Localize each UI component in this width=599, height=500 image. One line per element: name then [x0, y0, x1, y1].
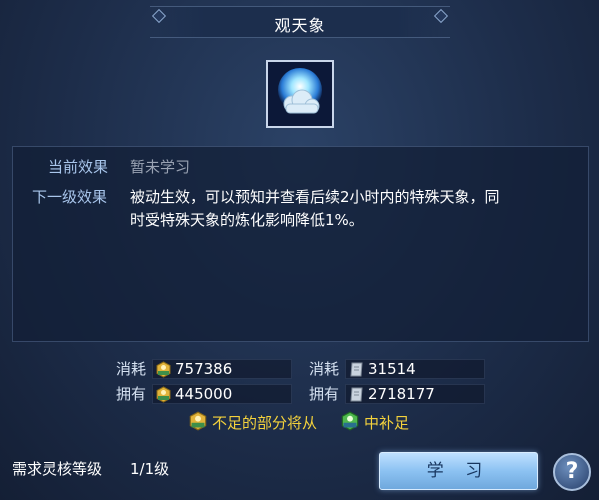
cloud-moon-icon	[266, 60, 334, 128]
exp-coin-icon	[156, 361, 171, 378]
own-value-a: 445000	[152, 384, 292, 404]
consume-value-a: 757386	[152, 359, 292, 379]
consume-value-b: 31514	[345, 359, 485, 379]
current-effect-value: 暂未学习	[130, 158, 191, 176]
own-value-a-text: 445000	[175, 385, 233, 403]
next-effect-label: 下一级效果	[32, 188, 108, 206]
exp-coin-green-icon	[341, 411, 359, 431]
window-title: 观天象	[274, 16, 326, 35]
notice-text-part2: 中补足	[364, 414, 410, 432]
next-effect-line-1: 被动生效，可以预知并查看后续2小时内的特殊天象，同	[130, 188, 500, 206]
own-value-b: 2718177	[345, 384, 485, 404]
learn-button[interactable]: 学 习	[379, 452, 538, 490]
consume-label-a: 消耗	[116, 360, 147, 378]
consume-value-a-text: 757386	[175, 360, 233, 378]
next-effect-line-2: 时受特殊天象的炼化影响降低1%。	[130, 211, 364, 229]
requirement-value: 1/1级	[130, 460, 170, 478]
help-icon[interactable]: ?	[553, 453, 591, 491]
requirement-label: 需求灵核等级	[12, 460, 103, 478]
title-bar: 观天象	[150, 6, 450, 38]
own-label-a: 拥有	[116, 385, 147, 403]
exp-coin-icon	[156, 386, 171, 403]
notice-text-part1: 不足的部分将从	[212, 414, 318, 432]
consume-value-b-text: 31514	[368, 360, 416, 378]
consume-label-b: 消耗	[309, 360, 340, 378]
current-effect-label: 当前效果	[48, 158, 109, 176]
own-label-b: 拥有	[309, 385, 340, 403]
scroll-icon	[350, 387, 363, 402]
own-value-b-text: 2718177	[368, 385, 435, 403]
exp-coin-gold-icon	[189, 411, 207, 431]
scroll-icon	[350, 362, 363, 377]
